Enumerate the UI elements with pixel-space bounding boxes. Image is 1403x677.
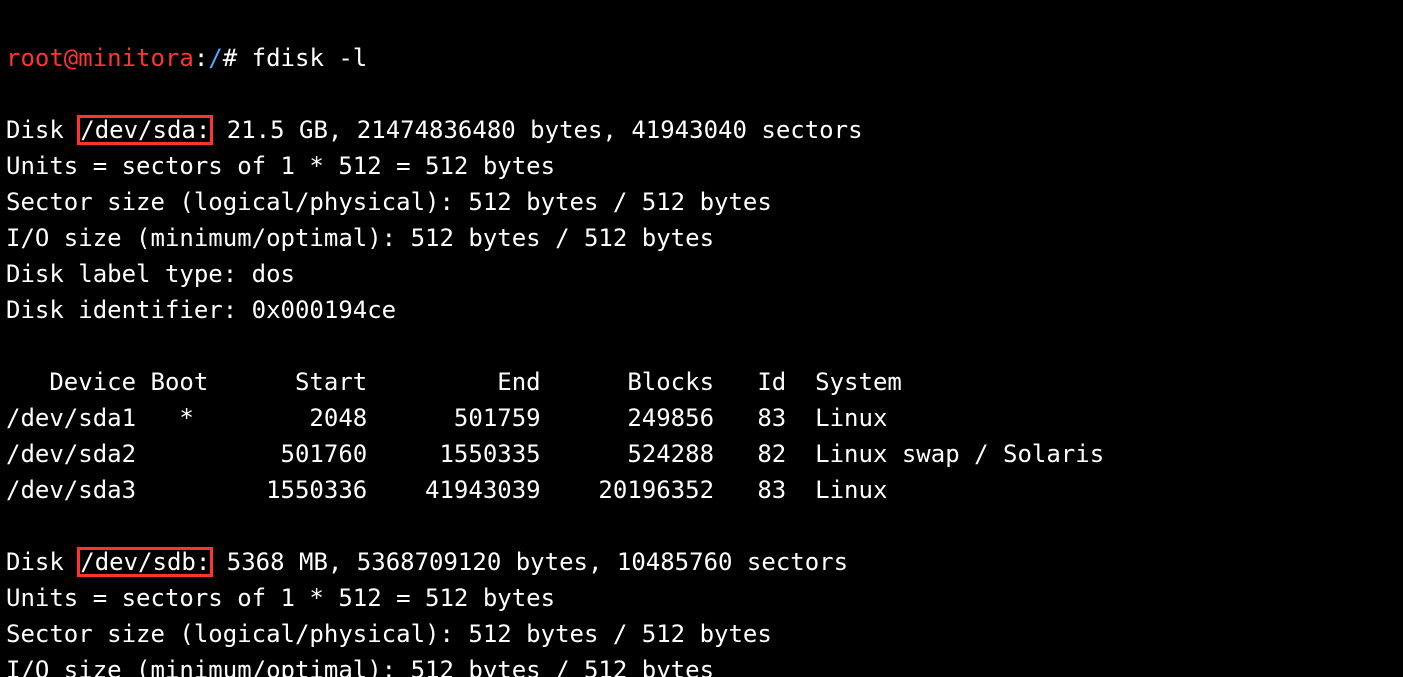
disk-a-label-type: Disk label type: dos <box>6 260 295 288</box>
disk-b-device-highlight: /dev/sdb: <box>78 548 212 576</box>
disk-a-io-size: I/O size (minimum/optimal): 512 bytes / … <box>6 224 714 252</box>
disk-b-prefix: Disk <box>6 548 78 576</box>
partition-table-header: Device Boot Start End Blocks Id System <box>6 368 902 396</box>
prompt-symbol: # <box>223 44 252 72</box>
prompt-at: @ <box>64 44 78 72</box>
disk-b-units: Units = sectors of 1 * 512 = 512 bytes <box>6 584 555 612</box>
terminal-output[interactable]: root@minitora:/# fdisk -l Disk /dev/sda:… <box>0 0 1403 677</box>
disk-a-sector-size: Sector size (logical/physical): 512 byte… <box>6 188 772 216</box>
table-row: /dev/sda1 * 2048 501759 249856 83 Linux <box>6 404 887 432</box>
disk-b-suffix: 5368 MB, 5368709120 bytes, 10485760 sect… <box>212 548 848 576</box>
prompt-host: minitora <box>78 44 194 72</box>
disk-b-io-size: I/O size (minimum/optimal): 512 bytes / … <box>6 656 714 677</box>
disk-a-device-highlight: /dev/sda: <box>78 116 212 144</box>
prompt-path: / <box>208 44 222 72</box>
disk-a-suffix: 21.5 GB, 21474836480 bytes, 41943040 sec… <box>212 116 862 144</box>
disk-a-units: Units = sectors of 1 * 512 = 512 bytes <box>6 152 555 180</box>
prompt-sep: : <box>194 44 208 72</box>
prompt-user: root <box>6 44 64 72</box>
table-row: /dev/sda2 501760 1550335 524288 82 Linux… <box>6 440 1104 468</box>
disk-b-sector-size: Sector size (logical/physical): 512 byte… <box>6 620 772 648</box>
command-text: fdisk -l <box>252 44 368 72</box>
table-row: /dev/sda3 1550336 41943039 20196352 83 L… <box>6 476 887 504</box>
disk-a-identifier: Disk identifier: 0x000194ce <box>6 296 396 324</box>
disk-a-prefix: Disk <box>6 116 78 144</box>
